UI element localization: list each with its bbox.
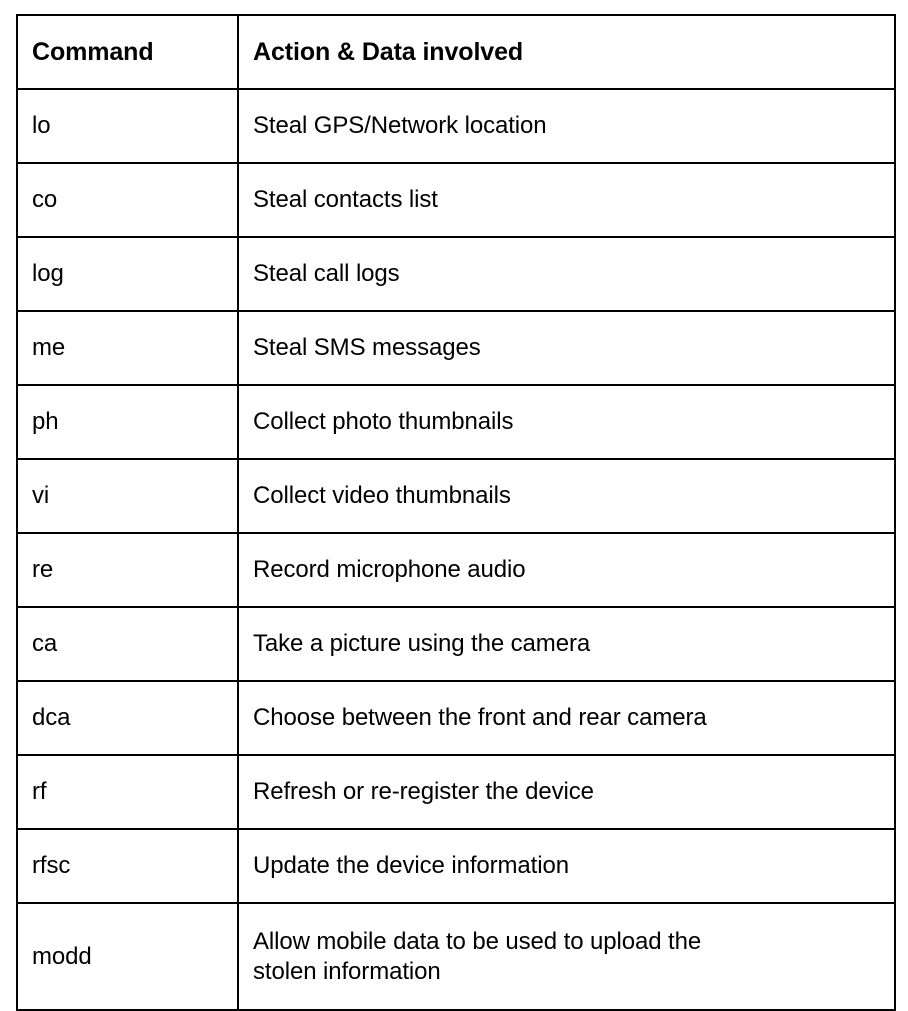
cell-action: Steal GPS/Network location: [237, 88, 896, 164]
cell-action: Collect video thumbnails: [237, 458, 896, 534]
cell-action: Steal contacts list: [237, 162, 896, 238]
cell-action: Take a picture using the camera: [237, 606, 896, 682]
cell-command: ph: [16, 384, 239, 460]
table-row: ph Collect photo thumbnails: [16, 384, 896, 460]
cell-action: Choose between the front and rear camera: [237, 680, 896, 756]
cell-action-line: stolen information: [253, 957, 441, 985]
cell-action: Steal call logs: [237, 236, 896, 312]
table-header-row: Command Action & Data involved: [16, 14, 896, 90]
cell-command: me: [16, 310, 239, 386]
cell-command: modd: [16, 902, 239, 1011]
cell-command: dca: [16, 680, 239, 756]
cell-action: Collect photo thumbnails: [237, 384, 896, 460]
table-row: vi Collect video thumbnails: [16, 458, 896, 534]
command-action-table: Command Action & Data involved lo Steal G…: [16, 14, 896, 1011]
table-row: modd Allow mobile data to be used to uplo…: [16, 902, 896, 1011]
cell-command: co: [16, 162, 239, 238]
cell-action: Refresh or re-register the device: [237, 754, 896, 830]
cell-action: Steal SMS messages: [237, 310, 896, 386]
table-row: ca Take a picture using the camera: [16, 606, 896, 682]
cell-action: Allow mobile data to be used to upload t…: [237, 902, 896, 1011]
cell-command: lo: [16, 88, 239, 164]
table-row: co Steal contacts list: [16, 162, 896, 238]
cell-command: log: [16, 236, 239, 312]
table-header: Command Action & Data involved: [16, 14, 896, 90]
column-header-action: Action & Data involved: [237, 14, 896, 90]
cell-command: ca: [16, 606, 239, 682]
table-row: re Record microphone audio: [16, 532, 896, 608]
cell-action: Record microphone audio: [237, 532, 896, 608]
table-row: dca Choose between the front and rear cam…: [16, 680, 896, 756]
cell-command: rf: [16, 754, 239, 830]
table-row: rf Refresh or re-register the device: [16, 754, 896, 830]
table-body: lo Steal GPS/Network location co Steal cont…: [16, 88, 896, 1011]
table-row: me Steal SMS messages: [16, 310, 896, 386]
cell-command: re: [16, 532, 239, 608]
page-root: Command Action & Data involved lo Steal G…: [0, 0, 908, 1011]
column-header-command: Command: [16, 14, 239, 90]
command-table-container: Command Action & Data involved lo Steal G…: [16, 14, 896, 1011]
cell-command: vi: [16, 458, 239, 534]
cell-action-line: Allow mobile data to be used to upload t…: [253, 927, 702, 955]
table-row: log Steal call logs: [16, 236, 896, 312]
table-row: lo Steal GPS/Network location: [16, 88, 896, 164]
